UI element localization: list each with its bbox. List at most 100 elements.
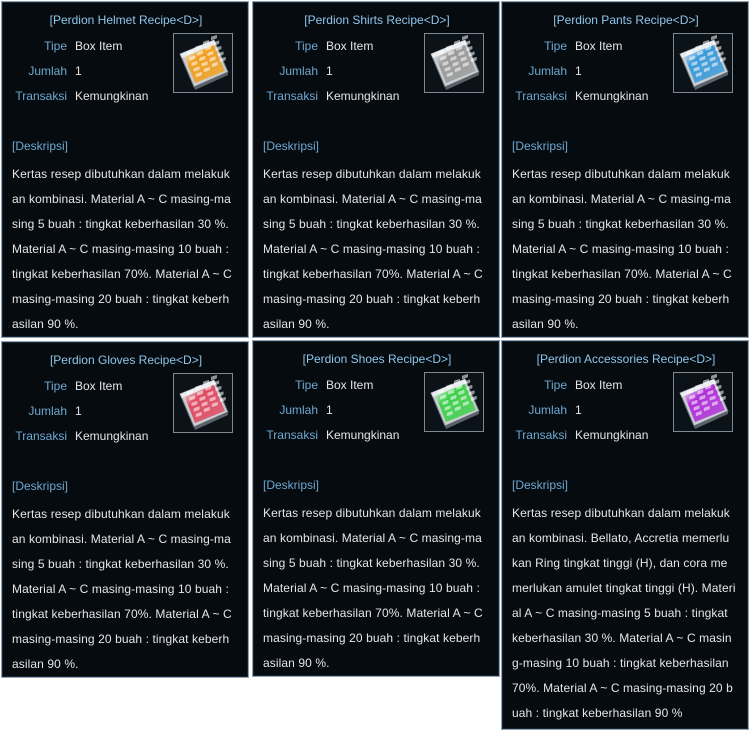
item-title: [Perdion Shirts Recipe<D>] [304,13,450,27]
type-label: Tipe [44,39,67,53]
transaction-label: Transaksi [266,89,318,103]
item-title: [Perdion Gloves Recipe<D>] [49,353,203,367]
transaction-value: Kemungkinan [75,429,149,443]
description-text: Kertas resep dibutuhkan dalam melakuk an … [12,502,242,677]
transaction-label: Transaksi [515,428,567,442]
description-line: Material A ~ C masing-masing 10 buah : [263,581,480,595]
description-line: tingkat keberhasilan 70%. Material A ~ C [263,606,483,620]
item-title: [Perdion Shoes Recipe<D>] [302,352,452,366]
recipe-book-icon [424,372,484,432]
description-line: merlukan amulet tingkat tinggi (H). Mate… [512,581,736,595]
type-label: Tipe [295,378,318,392]
description-line: tingkat keberhasilan 70%. Material A ~ C [263,267,483,281]
description-line: asilan 90 %. [512,317,579,331]
recipe-book-icon [673,372,733,432]
description-heading: [Deskripsi] [263,139,320,153]
description-line: masing-masing 20 buah : tingkat keberh [263,292,481,306]
description-line: Material A ~ C masing-masing 10 buah : [512,242,729,256]
type-value: Box Item [326,378,374,392]
recipe-book-icon [673,33,733,93]
description-line: an kombinasi. Material A ~ C masing-ma [263,192,482,206]
description-line: asilan 90 %. [12,317,79,331]
item-tooltip-card: [Perdion Gloves Recipe<D>] Tipe Box Item… [1,341,249,678]
description-line: Kertas resep dibutuhkan dalam melakuk [12,507,230,521]
quantity-value: 1 [326,403,333,417]
transaction-label: Transaksi [15,89,67,103]
description-line: Kertas resep dibutuhkan dalam melakuk [263,167,481,181]
description-line: masing-masing 20 buah : tingkat keberh [12,292,230,306]
description-heading: [Deskripsi] [512,478,569,492]
type-label: Tipe [544,39,567,53]
description-line: sing 5 buah : tingkat keberhasilan 30 %. [263,217,480,231]
description-line: an kombinasi. Material A ~ C masing-ma [12,192,231,206]
description-line: Material A ~ C masing-masing 10 buah : [263,242,480,256]
item-tooltip-card: [Perdion Helmet Recipe<D>] Tipe Box Item… [1,1,249,338]
item-tooltip-card: [Perdion Shoes Recipe<D>] Tipe Box Item … [252,340,500,677]
description-line: keberhasilan 30 %. Material A ~ C masin [512,631,732,645]
description-line: 70%. Material A ~ C masing-masing 20 b [512,681,733,695]
description-text: Kertas resep dibutuhkan dalam melakuk an … [512,162,742,337]
description-line: tingkat keberhasilan 70%. Material A ~ C [12,607,232,621]
description-line: masing-masing 20 buah : tingkat keberh [512,292,730,306]
description-line: tingkat keberhasilan 70%. Material A ~ C [12,267,232,281]
description-line: Kertas resep dibutuhkan dalam melakuk [512,167,730,181]
description-text: Kertas resep dibutuhkan dalam melakuk an … [263,501,493,676]
transaction-value: Kemungkinan [326,428,400,442]
description-line: masing-masing 20 buah : tingkat keberh [12,632,230,646]
description-text: Kertas resep dibutuhkan dalam melakuk an … [512,501,742,726]
recipe-book-icon [173,33,233,93]
description-line: sing 5 buah : tingkat keberhasilan 30 %. [12,557,229,571]
recipe-book-icon [173,373,233,433]
type-label: Tipe [44,379,67,393]
description-text: Kertas resep dibutuhkan dalam melakuk an … [12,162,242,337]
description-line: uah : tingkat keberhasilan 90 % [512,706,683,720]
description-heading: [Deskripsi] [512,139,569,153]
type-value: Box Item [326,39,374,53]
recipe-book-icon [424,33,484,93]
description-line: asilan 90 %. [12,657,79,671]
description-line: kan Ring tingkat tinggi (H), dan cora me [512,556,728,570]
item-title: [Perdion Helmet Recipe<D>] [49,13,203,27]
quantity-label: Jumlah [528,64,567,78]
description-heading: [Deskripsi] [263,478,320,492]
description-line: al A ~ C masing-masing 5 buah : tingkat [512,606,728,620]
item-tooltip-card: [Perdion Pants Recipe<D>] Tipe Box Item … [501,1,749,338]
type-value: Box Item [575,39,623,53]
description-line: g-masing 10 buah : tingkat keberhasilan [512,656,729,670]
description-line: Kertas resep dibutuhkan dalam melakuk [512,506,730,520]
item-title: [Perdion Accessories Recipe<D>] [536,352,716,366]
description-line: an kombinasi. Material A ~ C masing-ma [512,192,731,206]
type-label: Tipe [544,378,567,392]
quantity-label: Jumlah [279,403,318,417]
item-tooltip-card: [Perdion Shirts Recipe<D>] Tipe Box Item… [252,1,500,338]
quantity-value: 1 [326,64,333,78]
quantity-value: 1 [75,404,82,418]
quantity-label: Jumlah [28,404,67,418]
description-line: asilan 90 %. [263,317,330,331]
description-line: an kombinasi. Bellato, Accretia memerlu [512,531,730,545]
description-line: sing 5 buah : tingkat keberhasilan 30 %. [12,217,229,231]
quantity-value: 1 [575,403,582,417]
type-value: Box Item [75,379,123,393]
item-tooltip-card: [Perdion Accessories Recipe<D>] Tipe Box… [501,340,749,730]
transaction-value: Kemungkinan [326,89,400,103]
description-line: Kertas resep dibutuhkan dalam melakuk [12,167,230,181]
description-line: Material A ~ C masing-masing 10 buah : [12,582,229,596]
description-line: Material A ~ C masing-masing 10 buah : [12,242,229,256]
description-heading: [Deskripsi] [12,139,69,153]
transaction-value: Kemungkinan [575,428,649,442]
description-line: masing-masing 20 buah : tingkat keberh [263,631,481,645]
description-line: tingkat keberhasilan 70%. Material A ~ C [512,267,732,281]
transaction-label: Transaksi [15,429,67,443]
type-value: Box Item [575,378,623,392]
description-line: sing 5 buah : tingkat keberhasilan 30 %. [512,217,729,231]
description-line: asilan 90 %. [263,656,330,670]
quantity-label: Jumlah [528,403,567,417]
transaction-value: Kemungkinan [575,89,649,103]
description-line: an kombinasi. Material A ~ C masing-ma [12,532,231,546]
quantity-value: 1 [575,64,582,78]
description-line: sing 5 buah : tingkat keberhasilan 30 %. [263,556,480,570]
item-title: [Perdion Pants Recipe<D>] [553,13,699,27]
quantity-label: Jumlah [28,64,67,78]
transaction-label: Transaksi [266,428,318,442]
